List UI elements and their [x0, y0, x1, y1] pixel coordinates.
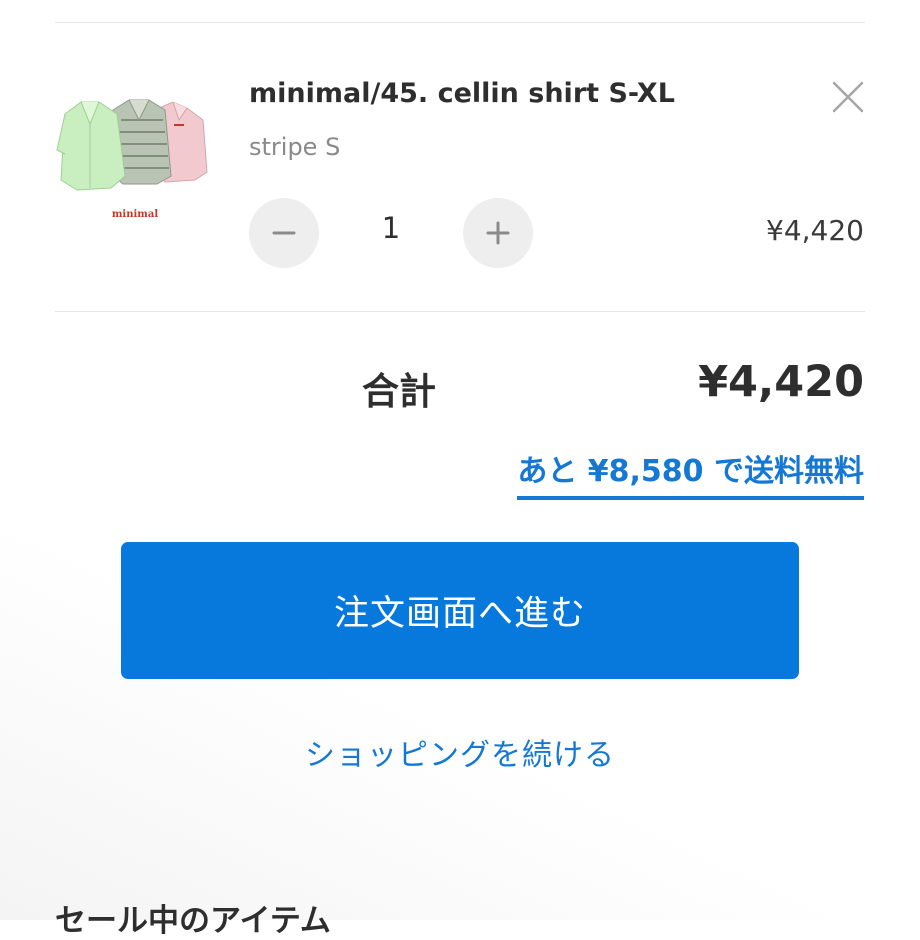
brand-logo-text: minimal: [111, 209, 159, 220]
free-shipping-note-link[interactable]: あと ¥8,580 で送料無料: [517, 446, 864, 500]
product-title[interactable]: minimal/45. cellin shirt S-XL: [249, 78, 675, 109]
line-item-price: ¥4,420: [766, 214, 864, 247]
plus-icon: [486, 221, 510, 245]
close-icon: [832, 81, 864, 113]
checkout-button[interactable]: 注文画面へ進む: [121, 542, 799, 679]
total-value: ¥4,420: [698, 357, 864, 407]
quantity-value: 1: [381, 211, 401, 245]
total-label: 合計: [362, 370, 436, 413]
decrease-quantity-button[interactable]: [249, 198, 319, 268]
minus-icon: [272, 231, 296, 235]
shirts-illustration: [56, 99, 208, 191]
sale-items-heading: セール中のアイテム: [55, 903, 331, 939]
divider-top: [55, 22, 865, 23]
product-image[interactable]: minimal: [55, 80, 215, 240]
product-variant: stripe S: [249, 133, 341, 161]
continue-shopping-link[interactable]: ショッピングを続ける: [0, 730, 920, 774]
remove-item-button[interactable]: [830, 79, 866, 115]
increase-quantity-button[interactable]: [463, 198, 533, 268]
divider-middle: [55, 311, 865, 312]
